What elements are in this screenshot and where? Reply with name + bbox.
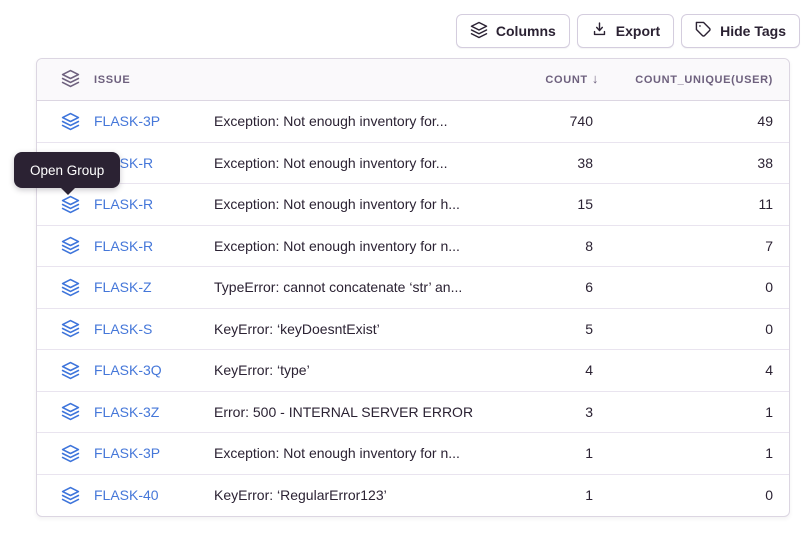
table-row: FLASK-R Exception: Not enough inventory … xyxy=(37,184,789,226)
issue-title: KeyError: ‘RegularError123’ xyxy=(214,487,499,503)
table-row: FLASK-3Q KeyError: ‘type’ 4 4 xyxy=(37,350,789,392)
open-group-button[interactable] xyxy=(61,402,80,421)
count-value: 740 xyxy=(499,113,609,129)
table-row: FLASK-R Exception: Not enough inventory … xyxy=(37,143,789,185)
issue-title: Exception: Not enough inventory for n... xyxy=(214,238,499,254)
issue-title: TypeError: cannot concatenate ‘str’ an..… xyxy=(214,279,499,295)
count-value: 1 xyxy=(499,487,609,503)
layers-icon xyxy=(61,69,80,91)
open-group-button[interactable] xyxy=(61,486,80,505)
issue-title: KeyError: ‘type’ xyxy=(214,362,499,378)
count-unique-value: 4 xyxy=(609,362,789,378)
issue-title: KeyError: ‘keyDoesntExist’ xyxy=(214,321,499,337)
issue-title: Exception: Not enough inventory for... xyxy=(214,155,499,171)
open-group-button[interactable] xyxy=(61,236,80,255)
open-group-button[interactable] xyxy=(61,278,80,297)
count-value: 15 xyxy=(499,196,609,212)
column-header-count[interactable]: COUNT ↓ xyxy=(499,72,609,87)
count-unique-value: 49 xyxy=(609,113,789,129)
table-row: FLASK-R Exception: Not enough inventory … xyxy=(37,226,789,268)
columns-button[interactable]: Columns xyxy=(456,14,570,48)
issue-cell: FLASK-3Q xyxy=(37,361,214,380)
toolbar: Columns Export Hide Tags xyxy=(456,14,800,48)
open-group-button[interactable] xyxy=(61,112,80,131)
issue-link[interactable]: FLASK-3P xyxy=(94,113,160,129)
open-group-button[interactable] xyxy=(61,444,80,463)
hide-tags-button[interactable]: Hide Tags xyxy=(681,14,800,48)
count-unique-value: 0 xyxy=(609,279,789,295)
count-unique-value: 7 xyxy=(609,238,789,254)
columns-button-label: Columns xyxy=(496,23,556,39)
table-row: FLASK-Z TypeError: cannot concatenate ‘s… xyxy=(37,267,789,309)
open-group-button[interactable] xyxy=(61,361,80,380)
issue-cell: FLASK-3Z xyxy=(37,402,214,421)
issue-link[interactable]: FLASK-3Q xyxy=(94,362,162,378)
count-unique-value: 1 xyxy=(609,404,789,420)
tag-icon xyxy=(695,21,712,41)
issue-link[interactable]: FLASK-R xyxy=(94,196,153,212)
issue-cell: FLASK-Z xyxy=(37,278,214,297)
sort-desc-icon: ↓ xyxy=(592,71,599,86)
open-group-tooltip-label: Open Group xyxy=(30,163,104,178)
issue-title: Exception: Not enough inventory for... xyxy=(214,113,499,129)
table-header: ISSUE COUNT ↓ COUNT_UNIQUE(USER) xyxy=(37,59,789,101)
table-row: FLASK-3P Exception: Not enough inventory… xyxy=(37,101,789,143)
issue-cell: FLASK-3P xyxy=(37,444,214,463)
issue-link[interactable]: FLASK-R xyxy=(94,238,153,254)
count-unique-value: 1 xyxy=(609,445,789,461)
count-value: 6 xyxy=(499,279,609,295)
count-unique-value: 0 xyxy=(609,487,789,503)
issue-title: Exception: Not enough inventory for n... xyxy=(214,445,499,461)
issue-cell: FLASK-R xyxy=(37,236,214,255)
issue-link[interactable]: FLASK-S xyxy=(94,321,152,337)
export-button-label: Export xyxy=(616,23,660,39)
download-icon xyxy=(591,21,608,41)
open-group-tooltip: Open Group xyxy=(14,152,120,188)
open-group-button[interactable] xyxy=(61,195,80,214)
count-value: 3 xyxy=(499,404,609,420)
issue-title: Exception: Not enough inventory for h... xyxy=(214,196,499,212)
table-row: FLASK-3Z Error: 500 - INTERNAL SERVER ER… xyxy=(37,392,789,434)
open-group-button[interactable] xyxy=(61,319,80,338)
issue-link[interactable]: FLASK-3Z xyxy=(94,404,159,420)
count-value: 38 xyxy=(499,155,609,171)
issue-link[interactable]: FLASK-40 xyxy=(94,487,159,503)
layers-icon xyxy=(470,21,488,42)
results-table: ISSUE COUNT ↓ COUNT_UNIQUE(USER) FLASK-3… xyxy=(36,58,790,517)
count-unique-value: 11 xyxy=(609,196,789,212)
column-header-count-unique[interactable]: COUNT_UNIQUE(USER) xyxy=(609,74,789,86)
issue-cell: FLASK-3P xyxy=(37,112,214,131)
table-body: FLASK-3P Exception: Not enough inventory… xyxy=(37,101,789,516)
discover-results-page: Columns Export Hide Tags xyxy=(0,0,807,538)
count-unique-value: 38 xyxy=(609,155,789,171)
column-header-count-label: COUNT xyxy=(545,74,587,86)
count-unique-value: 0 xyxy=(609,321,789,337)
issue-title: Error: 500 - INTERNAL SERVER ERROR xyxy=(214,404,499,420)
column-header-issue-label: ISSUE xyxy=(94,74,130,86)
table-row: FLASK-3P Exception: Not enough inventory… xyxy=(37,433,789,475)
table-row: FLASK-S KeyError: ‘keyDoesntExist’ 5 0 xyxy=(37,309,789,351)
issue-link[interactable]: FLASK-Z xyxy=(94,279,152,295)
column-header-issue[interactable]: ISSUE xyxy=(37,69,214,91)
hide-tags-button-label: Hide Tags xyxy=(720,23,786,39)
count-value: 1 xyxy=(499,445,609,461)
table-row: FLASK-40 KeyError: ‘RegularError123’ 1 0 xyxy=(37,475,789,517)
issue-cell: FLASK-40 xyxy=(37,486,214,505)
issue-link[interactable]: FLASK-3P xyxy=(94,445,160,461)
count-value: 5 xyxy=(499,321,609,337)
count-value: 8 xyxy=(499,238,609,254)
count-value: 4 xyxy=(499,362,609,378)
export-button[interactable]: Export xyxy=(577,14,674,48)
issue-cell: FLASK-R xyxy=(37,195,214,214)
issue-cell: FLASK-S xyxy=(37,319,214,338)
